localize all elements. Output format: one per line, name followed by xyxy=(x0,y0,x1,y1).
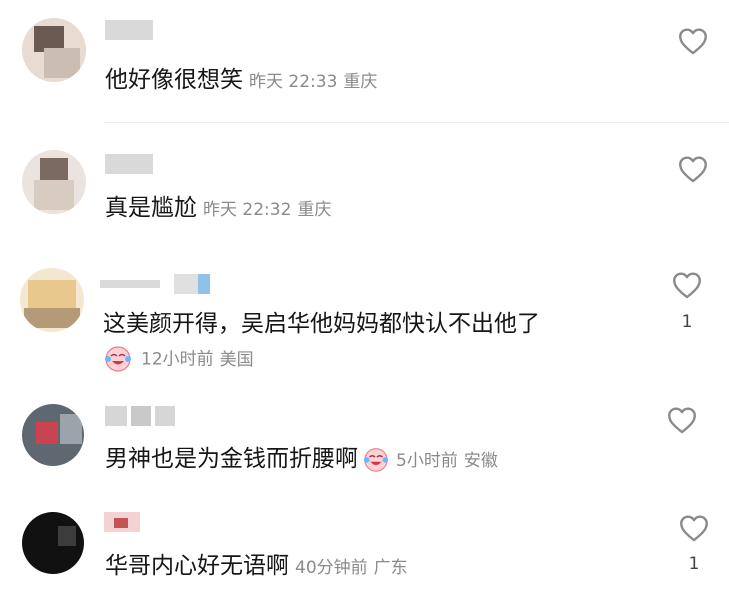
comment-time: 5小时前 xyxy=(396,451,458,471)
comment-text: 真是尴尬 xyxy=(105,195,197,221)
comment-item: 这美颜开得，吴启华他妈妈都快认不出他了 12小时前 美国 1 xyxy=(0,244,729,390)
comment-body: 华哥内心好无语啊 40分钟前 广东 xyxy=(105,552,408,582)
avatar[interactable] xyxy=(22,150,86,214)
comment-body: 这美颜开得，吴启华他妈妈都快认不出他了 xyxy=(103,310,540,340)
username[interactable] xyxy=(105,154,153,174)
comment-time: 昨天 22:32 xyxy=(203,200,292,220)
comment-location: 重庆 xyxy=(343,72,378,92)
avatar[interactable] xyxy=(22,512,84,574)
crying-laughing-emoji-icon xyxy=(105,346,131,372)
comment-body: 男神也是为金钱而折腰啊 5小时前 安徽 xyxy=(105,445,498,475)
comment-item: 华哥内心好无语啊 40分钟前 广东 1 xyxy=(0,496,729,601)
username[interactable] xyxy=(105,406,175,426)
heart-outline-icon[interactable] xyxy=(677,511,711,545)
comment-location: 美国 xyxy=(219,349,254,370)
avatar[interactable] xyxy=(22,404,84,466)
comment-body: 真是尴尬 昨天 22:32 重庆 xyxy=(105,194,331,224)
comment-location: 安徽 xyxy=(463,451,498,471)
username[interactable] xyxy=(100,274,210,294)
comment-item: 男神也是为金钱而折腰啊 5小时前 安徽 xyxy=(0,390,729,496)
like-count: 1 xyxy=(688,554,700,574)
heart-outline-icon[interactable] xyxy=(665,403,699,437)
comment-item: 他好像很想笑 昨天 22:33 重庆 xyxy=(0,0,729,124)
comment-text: 华哥内心好无语啊 xyxy=(105,553,289,579)
comment-time: 12小时前 xyxy=(141,349,214,370)
comment-meta: 12小时前 美国 xyxy=(103,346,254,373)
divider xyxy=(105,122,729,123)
username[interactable] xyxy=(105,20,153,40)
avatar[interactable] xyxy=(20,268,84,332)
username[interactable] xyxy=(104,512,140,532)
comment-location: 重庆 xyxy=(297,200,332,220)
comment-item: 真是尴尬 昨天 22:32 重庆 xyxy=(0,124,729,244)
comment-body: 他好像很想笑 昨天 22:33 重庆 xyxy=(105,66,377,96)
crying-laughing-emoji-icon xyxy=(363,447,389,472)
comment-text: 他好像很想笑 xyxy=(105,67,243,93)
comment-location: 广东 xyxy=(373,558,408,578)
comment-text: 这美颜开得，吴启华他妈妈都快认不出他了 xyxy=(103,311,540,337)
comment-time: 40分钟前 xyxy=(295,558,368,578)
like-count: 1 xyxy=(681,312,693,332)
heart-outline-icon[interactable] xyxy=(670,268,704,302)
comment-time: 昨天 22:33 xyxy=(249,72,338,92)
avatar[interactable] xyxy=(22,18,86,82)
comment-text: 男神也是为金钱而折腰啊 xyxy=(105,446,358,472)
heart-outline-icon[interactable] xyxy=(676,24,710,58)
heart-outline-icon[interactable] xyxy=(676,152,710,186)
